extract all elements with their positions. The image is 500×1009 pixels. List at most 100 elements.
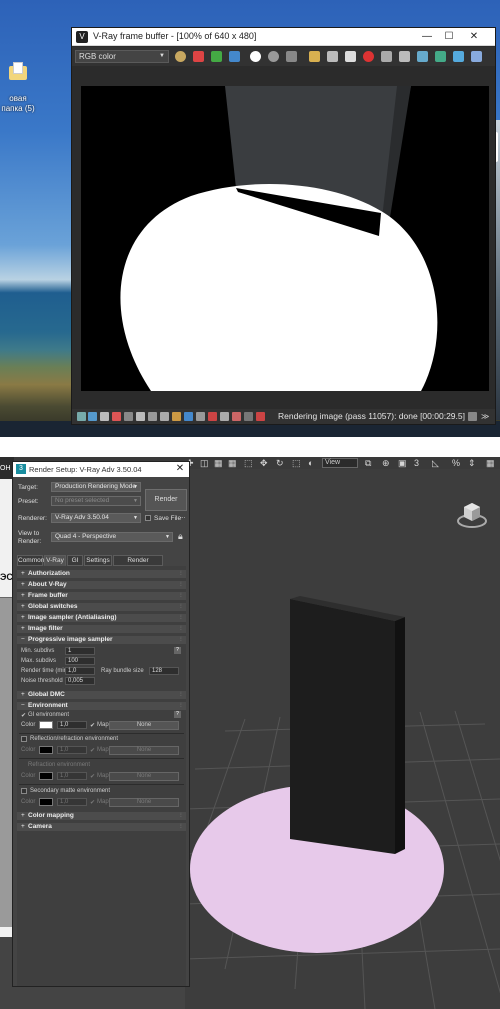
view-to-render-select[interactable]: Quad 4 - Perspective ▼ [51, 532, 173, 542]
pivot-icon[interactable]: ⧉ [365, 458, 371, 468]
alpha-channel-button[interactable] [250, 51, 261, 62]
scale-icon[interactable]: ⬚ [292, 458, 301, 468]
rollout-global-switches[interactable]: + Global switches ⁝ [17, 603, 186, 611]
history-icon[interactable] [435, 51, 446, 62]
save-image-icon[interactable] [286, 51, 297, 62]
gi-multiplier-spinner[interactable]: 1,0 [57, 721, 87, 729]
render-button[interactable]: Render [145, 489, 187, 511]
gi-map-button[interactable]: None [109, 721, 179, 730]
refraction-multiplier-spinner[interactable]: 1,0 [57, 772, 87, 780]
save-file-checkbox[interactable] [145, 515, 151, 521]
select-filter-icon[interactable]: ▦ [228, 458, 237, 468]
percent-snap-icon[interactable]: % [452, 458, 460, 468]
rollout-image-filter[interactable]: + Image filter ⁝ [17, 625, 186, 633]
gi-map-checkbox[interactable]: ✔ [90, 722, 95, 729]
ocio-icon[interactable] [172, 412, 181, 421]
render-setup-title-bar[interactable]: 3 Render Setup: V-Ray Adv 3.50.04 [13, 462, 189, 477]
pixel-info-icon[interactable] [88, 412, 97, 421]
mono-mode-button[interactable] [268, 51, 279, 62]
expand-icon[interactable]: ≫ [481, 412, 490, 421]
ray-bundle-spinner[interactable]: 128 [149, 667, 179, 675]
exposure-icon[interactable] [148, 412, 157, 421]
lut-icon[interactable] [160, 412, 169, 421]
color-balance-icon[interactable] [112, 412, 121, 421]
save-file-browse-button[interactable]: ... [180, 513, 185, 520]
close-button[interactable]: ✕ [467, 30, 481, 44]
named-selection-icon[interactable]: ▦ [486, 458, 495, 468]
min-subdivs-spinner[interactable]: 1 [65, 647, 95, 655]
folder-icon[interactable] [6, 62, 28, 90]
compare-icon[interactable] [220, 412, 229, 421]
select-manipulate-icon[interactable]: ⊕ [382, 458, 390, 468]
move-icon[interactable]: ✥ [260, 458, 268, 468]
rollout-color-mapping[interactable]: + Color mapping ⁝ [17, 812, 186, 820]
lock-icon[interactable]: 🔒︎ [178, 531, 183, 542]
tab-vray[interactable]: V-Ray [44, 555, 66, 566]
green-channel-button[interactable] [211, 51, 222, 62]
stop-render-icon[interactable] [363, 51, 374, 62]
rollout-image-sampler[interactable]: + Image sampler (Antialiasing) ⁝ [17, 614, 186, 622]
matte-map-checkbox[interactable]: ✔ [90, 799, 95, 806]
ab-icon[interactable] [256, 412, 265, 421]
rollout-camera[interactable]: + Camera ⁝ [17, 823, 186, 831]
viewcube-icon[interactable] [455, 497, 489, 531]
angle-snap-icon[interactable]: ◺ [432, 458, 439, 468]
matte-color-swatch[interactable] [39, 798, 53, 806]
region-render-icon[interactable] [417, 51, 428, 62]
reference-coord-select[interactable]: View [322, 458, 358, 468]
render-time-spinner[interactable]: 1,0 [65, 667, 95, 675]
perspective-viewport[interactable] [185, 469, 500, 1009]
tab-render-elements[interactable]: Render Elements [113, 555, 163, 574]
load-image-icon[interactable] [309, 51, 320, 62]
rollout-frame-buffer[interactable]: + Frame buffer ⁝ [17, 592, 186, 600]
rollout-environment[interactable]: − Environment ⁝ [17, 702, 186, 710]
minimize-button[interactable]: — [420, 30, 434, 44]
matte-map-button[interactable]: None [109, 798, 179, 807]
preset-select[interactable]: No preset selected ▼ [51, 496, 141, 506]
close-button[interactable]: ✕ [173, 462, 187, 476]
reflection-multiplier-spinner[interactable]: 1,0 [57, 746, 87, 754]
v-icon[interactable] [244, 412, 253, 421]
max-subdivs-spinner[interactable]: 100 [65, 657, 95, 665]
channel-select[interactable]: RGB color ▼ [75, 50, 169, 63]
bind-icon[interactable]: ▦ [214, 458, 223, 468]
reflection-env-checkbox[interactable] [21, 736, 27, 742]
h-icon[interactable] [232, 412, 241, 421]
duplicate-icon[interactable] [345, 51, 356, 62]
tab-common[interactable]: Common [17, 555, 44, 566]
target-select[interactable]: Production Rendering Mode ▼ [51, 482, 141, 492]
gi-environment-checkbox[interactable]: ✔ [21, 712, 26, 719]
copy-to-max-icon[interactable] [327, 51, 338, 62]
rollout-authorization[interactable]: + Authorization ⁝ [17, 570, 186, 578]
help-icon[interactable]: ? [174, 647, 181, 654]
gi-color-swatch[interactable] [39, 721, 53, 729]
rollout-global-dmc[interactable]: + Global DMC ⁝ [17, 691, 186, 699]
refraction-color-swatch[interactable] [39, 772, 53, 780]
maximize-button[interactable]: ☐ [442, 30, 456, 44]
display-icon[interactable] [100, 412, 109, 421]
reflection-map-checkbox[interactable]: ✔ [90, 747, 95, 754]
reflection-map-button[interactable]: None [109, 746, 179, 755]
tab-gi[interactable]: GI [67, 555, 83, 566]
lens-effects-icon[interactable] [453, 51, 464, 62]
curves-icon[interactable] [136, 412, 145, 421]
levels-icon[interactable] [124, 412, 133, 421]
icc-icon[interactable] [196, 412, 205, 421]
rollout-progressive-sampler[interactable]: − Progressive image sampler ⁝ [17, 636, 186, 644]
clear-image-icon[interactable] [381, 51, 392, 62]
help-icon[interactable]: ? [174, 711, 181, 718]
noise-threshold-spinner[interactable]: 0,005 [65, 677, 95, 685]
srgb-icon[interactable] [184, 412, 193, 421]
snap-icon[interactable]: ◐ [308, 458, 313, 468]
reflection-color-swatch[interactable] [39, 746, 53, 754]
spinner-snap-icon[interactable]: ⇕ [468, 458, 476, 468]
link-icon[interactable]: ◫ [200, 458, 209, 468]
red-channel-button[interactable] [193, 51, 204, 62]
color-corrections-icon[interactable] [175, 51, 186, 62]
vfb-title-bar[interactable]: V V-Ray frame buffer - [100% of 640 x 48… [72, 28, 495, 46]
render-history-icon[interactable] [77, 412, 86, 421]
matte-multiplier-spinner[interactable]: 1,0 [57, 798, 87, 806]
renderer-select[interactable]: V-Ray Adv 3.50.04 ▼ [51, 513, 141, 523]
follow-mouse-icon[interactable] [208, 412, 217, 421]
snap-toggle-icon[interactable]: 3 [414, 458, 419, 468]
